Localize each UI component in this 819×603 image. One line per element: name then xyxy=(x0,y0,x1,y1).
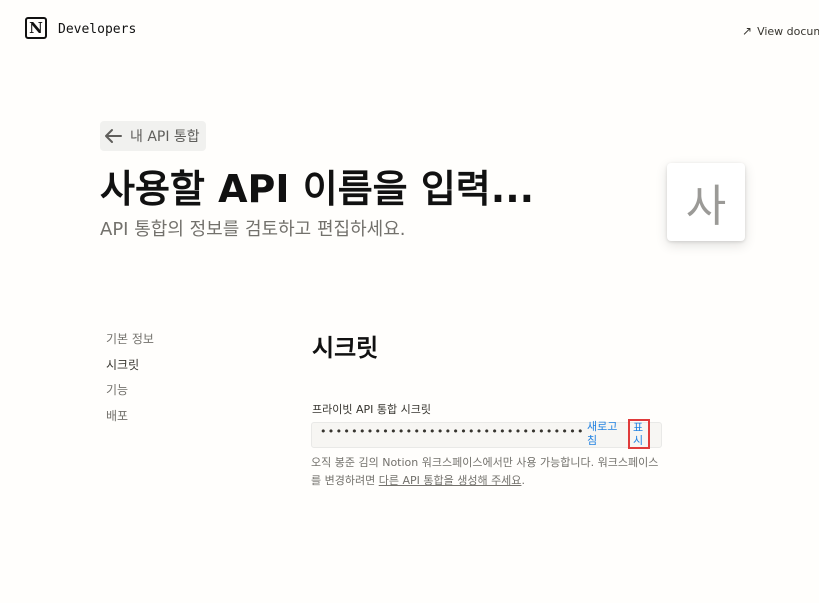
brand-name[interactable]: Developers xyxy=(58,22,136,37)
secret-help-text: 오직 봉준 김의 Notion 워크스페이스에서만 사용 가능합니다. 워크스페… xyxy=(311,454,667,490)
avatar-letter: 사 xyxy=(685,181,727,232)
notion-logo-letter: N xyxy=(29,19,43,37)
arrow-left-icon xyxy=(105,129,122,143)
back-to-integrations-button[interactable]: 내 API 통합 xyxy=(100,121,206,151)
secrets-section-title: 시크릿 xyxy=(312,334,379,362)
show-secret-button[interactable]: 표 시 xyxy=(628,419,650,449)
view-docs-link[interactable]: ↗ View docum xyxy=(742,24,819,38)
refresh-secret-button[interactable]: 새로고 침 xyxy=(587,420,627,448)
nav-item-distribution[interactable]: 배포 xyxy=(106,408,154,434)
view-docs-label: View docum xyxy=(757,24,819,38)
notion-logo[interactable]: N xyxy=(25,17,47,39)
show-label-line1: 표 xyxy=(633,421,644,434)
secret-field[interactable]: ••••••••••••••••••••••••••••••••••••••••… xyxy=(311,419,662,449)
help-text-suffix: . xyxy=(521,474,525,487)
nav-item-capabilities[interactable]: 기능 xyxy=(106,382,154,408)
refresh-label-line2: 침 xyxy=(587,434,598,447)
refresh-label-line1: 새로고 xyxy=(587,420,618,433)
side-nav: 기본 정보 시크릿 기능 배포 xyxy=(106,331,154,433)
show-label-line2: 시 xyxy=(633,434,644,447)
back-link-label: 내 API 통합 xyxy=(130,129,200,145)
nav-item-secrets[interactable]: 시크릿 xyxy=(106,357,154,383)
arrow-up-right-icon: ↗ xyxy=(742,24,753,38)
page-title: 사용할 API 이름을 입력... xyxy=(100,167,535,211)
nav-item-basic-info[interactable]: 기본 정보 xyxy=(106,331,154,357)
secret-masked-value: ••••••••••••••••••••••••••••••••••••••••… xyxy=(320,425,582,438)
integration-avatar[interactable]: 사 xyxy=(667,163,745,241)
page-subtitle: API 통합의 정보를 검토하고 편집하세요. xyxy=(100,219,406,240)
create-integration-link[interactable]: 다른 API 통합을 생성해 주세요 xyxy=(379,474,522,487)
secret-field-label: 프라이빗 API 통합 시크릿 xyxy=(312,403,431,416)
